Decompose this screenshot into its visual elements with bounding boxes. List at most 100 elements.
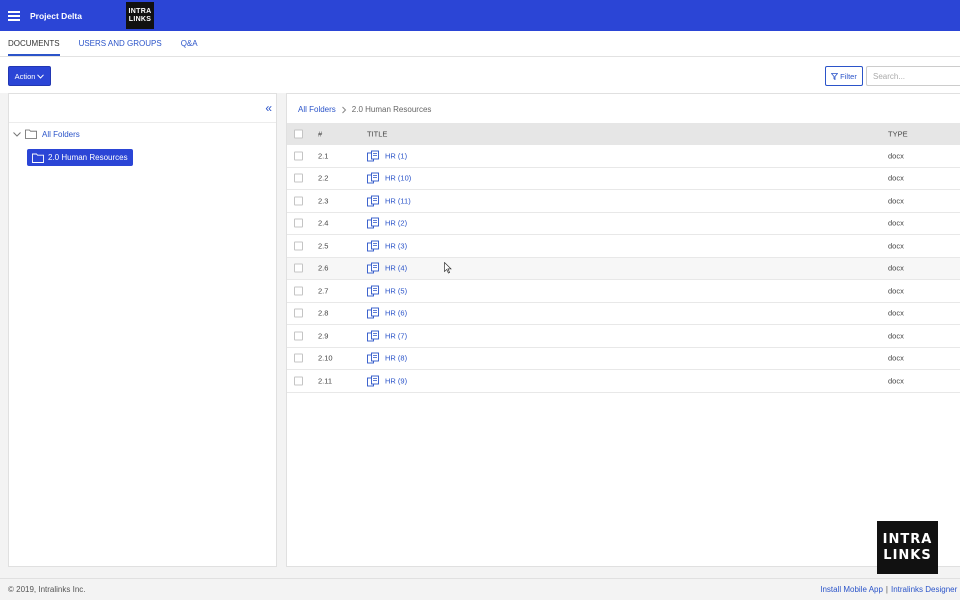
document-type: docx (888, 151, 904, 161)
search-input[interactable] (866, 66, 960, 86)
document-list-panel: All Folders 2.0 Human Resources # TITLE … (286, 93, 960, 567)
table-row[interactable]: 2.7 HR (5) docx (287, 280, 960, 303)
document-link[interactable]: HR (2) (367, 217, 408, 229)
intralinks-designer-link[interactable]: Intralinks Designer (891, 585, 957, 594)
row-checkbox[interactable] (294, 151, 303, 161)
row-checkbox[interactable] (294, 353, 303, 363)
tree-item-all-folders[interactable]: All Folders (12, 129, 80, 139)
document-link[interactable]: HR (7) (367, 330, 407, 342)
document-icon (367, 217, 379, 229)
table-row[interactable]: 2.10 HR (8) docx (287, 348, 960, 370)
document-title: HR (3) (385, 241, 408, 251)
document-title: HR (6) (385, 308, 408, 318)
breadcrumb-current: 2.0 Human Resources (351, 105, 432, 114)
document-title: HR (8) (385, 353, 408, 363)
table-row[interactable]: 2.11 HR (9) docx (287, 370, 960, 393)
filter-button-label: Filter (840, 71, 857, 81)
row-number: 2.7 (318, 286, 329, 296)
document-link[interactable]: HR (11) (367, 195, 411, 207)
document-link[interactable]: HR (6) (367, 307, 408, 319)
row-checkbox[interactable] (294, 286, 303, 296)
document-icon (367, 285, 379, 297)
table-row[interactable]: 2.1 HR (1) docx (287, 145, 960, 168)
document-type: docx (888, 218, 904, 228)
table-row[interactable]: 2.9 HR (7) docx (287, 325, 960, 348)
row-checkbox[interactable] (294, 263, 303, 273)
row-checkbox[interactable] (294, 331, 303, 341)
copyright-text: © 2019, Intralinks Inc. (8, 585, 86, 594)
row-checkbox[interactable] (294, 241, 303, 251)
tree-item-human-resources[interactable]: 2.0 Human Resources (27, 149, 133, 166)
document-link[interactable]: HR (3) (367, 240, 408, 252)
document-icon (367, 195, 379, 207)
document-title: HR (11) (385, 196, 411, 206)
document-link[interactable]: HR (9) (367, 375, 408, 387)
tab-qa[interactable]: Q&A (181, 31, 198, 56)
select-all-checkbox[interactable] (294, 129, 303, 139)
document-type: docx (888, 353, 904, 363)
table-row[interactable]: 2.2 HR (10) docx (287, 168, 960, 190)
document-type: docx (888, 376, 904, 386)
main-tabs: DOCUMENTS USERS AND GROUPS Q&A (0, 31, 960, 57)
collapse-panel-icon[interactable]: « (265, 102, 272, 114)
tree-item-label: All Folders (42, 129, 80, 139)
hamburger-icon[interactable] (0, 0, 28, 31)
table-row[interactable]: 2.5 HR (3) docx (287, 235, 960, 258)
install-mobile-app-link[interactable]: Install Mobile App (820, 585, 883, 594)
document-type: docx (888, 286, 904, 296)
document-link[interactable]: HR (5) (367, 285, 408, 297)
document-icon (367, 150, 379, 162)
folder-icon (32, 153, 44, 163)
breadcrumb-all-folders[interactable]: All Folders (298, 105, 336, 114)
row-checkbox[interactable] (294, 376, 303, 386)
document-icon (367, 307, 379, 319)
document-link[interactable]: HR (10) (367, 172, 411, 184)
intralinks-logo-small: INTRA LINKS (126, 2, 154, 29)
document-icon (367, 240, 379, 252)
document-link[interactable]: HR (8) (367, 352, 408, 364)
row-number: 2.8 (318, 308, 329, 318)
document-title: HR (2) (385, 218, 408, 228)
document-link[interactable]: HR (1) (367, 150, 407, 162)
document-link[interactable]: HR (4) (367, 262, 407, 274)
table-row[interactable]: 2.3 HR (11) docx (287, 190, 960, 213)
breadcrumb: All Folders 2.0 Human Resources (298, 105, 431, 114)
column-header-number[interactable]: # (318, 130, 322, 139)
document-type: docx (888, 263, 904, 273)
chevron-down-icon[interactable] (12, 131, 22, 138)
row-number: 2.3 (318, 196, 329, 206)
document-title: HR (5) (385, 286, 408, 296)
table-row[interactable]: 2.6 HR (4) docx (287, 257, 960, 280)
table-header: # TITLE TYPE (287, 123, 960, 145)
row-checkbox[interactable] (294, 308, 303, 318)
footer: © 2019, Intralinks Inc. Install Mobile A… (0, 578, 960, 600)
tab-users-and-groups[interactable]: USERS AND GROUPS (79, 31, 162, 56)
table-row[interactable]: 2.4 HR (2) docx (287, 213, 960, 235)
project-title[interactable]: Project Delta (30, 11, 116, 21)
document-icon (367, 330, 379, 342)
column-header-title[interactable]: TITLE (367, 130, 387, 139)
document-type: docx (888, 196, 904, 206)
toolbar: Action Filter (0, 57, 960, 93)
document-icon (367, 375, 379, 387)
filter-button[interactable]: Filter (825, 66, 863, 86)
footer-links: Install Mobile App | Intralinks Designer… (820, 585, 958, 594)
row-number: 2.9 (318, 331, 329, 341)
row-number: 2.4 (318, 218, 329, 228)
tab-documents[interactable]: DOCUMENTS (8, 31, 60, 56)
action-button[interactable]: Action (8, 66, 51, 86)
document-icon (367, 262, 379, 274)
row-checkbox[interactable] (294, 218, 303, 228)
row-checkbox[interactable] (294, 196, 303, 206)
table-row[interactable]: 2.8 HR (6) docx (287, 303, 960, 325)
row-checkbox[interactable] (294, 173, 303, 183)
document-title: HR (9) (385, 376, 408, 386)
folder-icon (25, 129, 37, 139)
divider (9, 122, 276, 123)
intralinks-logo: INTRA LINKS (877, 521, 938, 574)
row-number: 2.5 (318, 241, 329, 251)
filter-icon (831, 72, 839, 80)
column-header-type[interactable]: TYPE (888, 130, 908, 139)
top-bar: Project Delta INTRA LINKS (0, 0, 960, 31)
row-number: 2.2 (318, 173, 329, 183)
